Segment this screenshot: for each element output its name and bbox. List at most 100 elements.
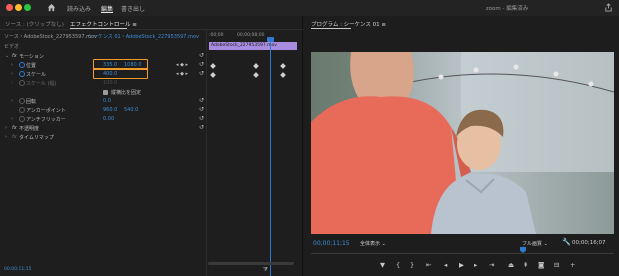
active-workspace-underline <box>101 12 113 13</box>
opacity-label: 不透明度 <box>19 126 40 132</box>
tab-effect-controls[interactable]: エフェクトコントロール ≡ <box>70 20 137 28</box>
comparison-view-icon[interactable]: ⊟ <box>554 261 559 269</box>
go-to-out-icon[interactable]: ⇥ <box>489 261 494 269</box>
effect-controls-panel: ソース : (クリップなし) エフェクトコントロール ≡ ソース・AdobeSt… <box>0 16 303 276</box>
title-bar: 読み込み 編集 書き出し zoom - 編集済み <box>0 0 619 16</box>
fx-icon[interactable]: fx <box>12 53 17 59</box>
program-scrub-bar[interactable] <box>311 249 614 254</box>
program-duration-timecode: 00;00;16;07 <box>572 240 606 246</box>
tab-source[interactable]: ソース : (クリップなし) <box>5 20 64 28</box>
filter-icon[interactable]: ⧩ <box>263 267 268 274</box>
add-marker-icon[interactable]: ▼ <box>380 261 385 269</box>
stopwatch-icon[interactable] <box>19 71 25 77</box>
uniform-scale-checkbox[interactable] <box>103 90 108 95</box>
keyframe-diamond[interactable] <box>210 63 216 69</box>
reset-icon[interactable]: ↺ <box>199 61 204 68</box>
program-current-timecode[interactable]: 00;00;11;15 <box>313 240 350 247</box>
lift-icon[interactable]: ⏏ <box>508 261 514 269</box>
stopwatch-icon <box>19 80 25 86</box>
reset-icon[interactable]: ↺ <box>199 124 204 131</box>
playhead-line <box>270 39 271 276</box>
source-clip-label[interactable]: ソース・AdobeStock_227953597.mov <box>4 33 97 40</box>
reset-icon[interactable]: ↺ <box>199 106 204 113</box>
extract-icon[interactable]: ⇞ <box>523 261 528 269</box>
wrench-icon[interactable]: 🔧 <box>562 238 571 246</box>
chevron-right-icon[interactable]: › <box>11 98 13 104</box>
source-sequence-row: ソース・AdobeStock_227953597.mov シーケンス 01・Ad… <box>0 33 206 41</box>
reset-icon[interactable]: ↺ <box>199 97 204 104</box>
sequence-clip-label[interactable]: シーケンス 01・AdobeStock_227953597.mov <box>88 33 199 40</box>
reset-icon[interactable]: ↺ <box>199 115 204 122</box>
time-remap-row[interactable]: › fx タイムリマップ <box>0 134 206 142</box>
effect-controls-timecode[interactable]: 00;00;11;15 <box>4 267 31 272</box>
reset-icon[interactable]: ↺ <box>199 52 204 59</box>
keyframe-diamond[interactable] <box>210 72 216 78</box>
zoom-fit-select[interactable]: 全体表示 ⌄ <box>360 240 386 247</box>
program-monitor-title[interactable]: プログラム : シーケンス 01 ≡ <box>311 20 386 28</box>
scale-label: スケール <box>26 72 47 78</box>
anchor-x-value[interactable]: 960.0 <box>103 107 117 113</box>
play-icon[interactable]: ▶ <box>459 261 464 269</box>
anchor-point-row: アンカーポイント 960.0 540.0 ↺ <box>0 106 206 115</box>
mark-in-icon[interactable]: { <box>396 261 400 269</box>
chevron-right-icon[interactable]: › <box>11 71 13 77</box>
anchor-y-value[interactable]: 540.0 <box>124 107 138 113</box>
app-title: zoom - 編集済み <box>485 6 529 12</box>
mark-out-icon[interactable]: } <box>410 261 414 269</box>
keyframe-diamond[interactable] <box>253 63 259 69</box>
step-back-icon[interactable]: ◂ <box>444 261 447 269</box>
keyframe-diamond[interactable] <box>280 63 286 69</box>
transport-controls: ▼ { } ⇤ ◂ ▶ ▸ ⇥ ⏏ ⇞ ◙ ⊟ + <box>374 261 604 270</box>
playback-quality-select[interactable]: フル画質 ⌄ <box>522 240 548 247</box>
stopwatch-icon[interactable] <box>19 107 25 113</box>
panel-tabs: ソース : (クリップなし) エフェクトコントロール ≡ <box>0 16 303 30</box>
timeline-zoom-scrollbar[interactable] <box>208 262 294 265</box>
active-tab-underline <box>311 28 351 29</box>
chevron-right-icon[interactable]: › <box>5 134 7 140</box>
rotation-row: › 回転 0.0 ↺ <box>0 97 206 106</box>
add-button-icon[interactable]: + <box>570 261 575 269</box>
stopwatch-icon[interactable] <box>19 98 25 104</box>
chevron-right-icon[interactable]: › <box>5 125 7 131</box>
scale-width-row: › スケール (幅) 100.0 <box>0 80 206 88</box>
anti-flicker-label: アンチフリッカー <box>26 117 66 123</box>
anti-flicker-value[interactable]: 0.00 <box>103 116 114 122</box>
rotation-label: 回転 <box>26 99 37 105</box>
ruler-start: :00;00 <box>209 33 224 38</box>
chevron-right-icon: › <box>11 80 13 86</box>
chevron-right-icon[interactable]: › <box>11 116 13 122</box>
opacity-row[interactable]: › fx 不透明度 ↺ <box>0 124 206 133</box>
keyframe-nav-icon[interactable]: ◂ ◆ ▸ <box>176 62 188 68</box>
program-monitor-panel: プログラム : シーケンス 01 ≡ 00;00;11;15 全体表示 ⌄ フル… <box>304 16 619 276</box>
keyframe-diamond[interactable] <box>280 72 286 78</box>
rotation-value[interactable]: 0.0 <box>103 98 111 104</box>
section-video-label: ビデオ <box>4 44 20 50</box>
reset-icon[interactable]: ↺ <box>199 70 204 77</box>
stopwatch-icon[interactable] <box>19 116 25 122</box>
anchor-point-label: アンカーポイント <box>26 108 66 114</box>
keyframe-diamond[interactable] <box>253 72 259 78</box>
active-tab-underline <box>70 28 127 29</box>
clip-bar[interactable]: AdobeStock_227953597.mov <box>209 42 297 50</box>
program-video-frame[interactable] <box>311 52 614 234</box>
scale-highlight <box>93 68 148 79</box>
chevron-right-icon[interactable]: › <box>11 62 13 68</box>
go-to-in-icon[interactable]: ⇤ <box>426 261 431 269</box>
chevron-down-icon[interactable]: ⌄ <box>5 53 9 59</box>
motion-label: モーション <box>19 54 44 60</box>
scale-width-value: 100.0 <box>103 80 118 86</box>
share-icon[interactable] <box>604 3 613 12</box>
keyframe-nav-icon[interactable]: ◂ ◆ ▸ <box>176 71 188 77</box>
effect-controls-timeline[interactable]: :00;00 00;00;08;00 AdobeStock_227953597.… <box>206 30 303 276</box>
stopwatch-icon[interactable] <box>19 62 25 68</box>
scale-width-label: スケール (幅) <box>26 81 57 87</box>
fx-icon[interactable]: fx <box>12 125 17 131</box>
time-remap-label: タイムリマップ <box>19 135 54 141</box>
export-frame-icon[interactable]: ◙ <box>538 261 544 269</box>
anti-flicker-row: › アンチフリッカー 0.00 ↺ <box>0 115 206 124</box>
timeline-ruler[interactable]: :00;00 00;00;08;00 <box>207 33 304 41</box>
step-forward-icon[interactable]: ▸ <box>474 261 477 269</box>
ruler-end: 00;00;08;00 <box>237 33 265 38</box>
uniform-scale-row: 縦横比を固定 <box>0 89 206 97</box>
fx-icon: fx <box>12 134 17 140</box>
